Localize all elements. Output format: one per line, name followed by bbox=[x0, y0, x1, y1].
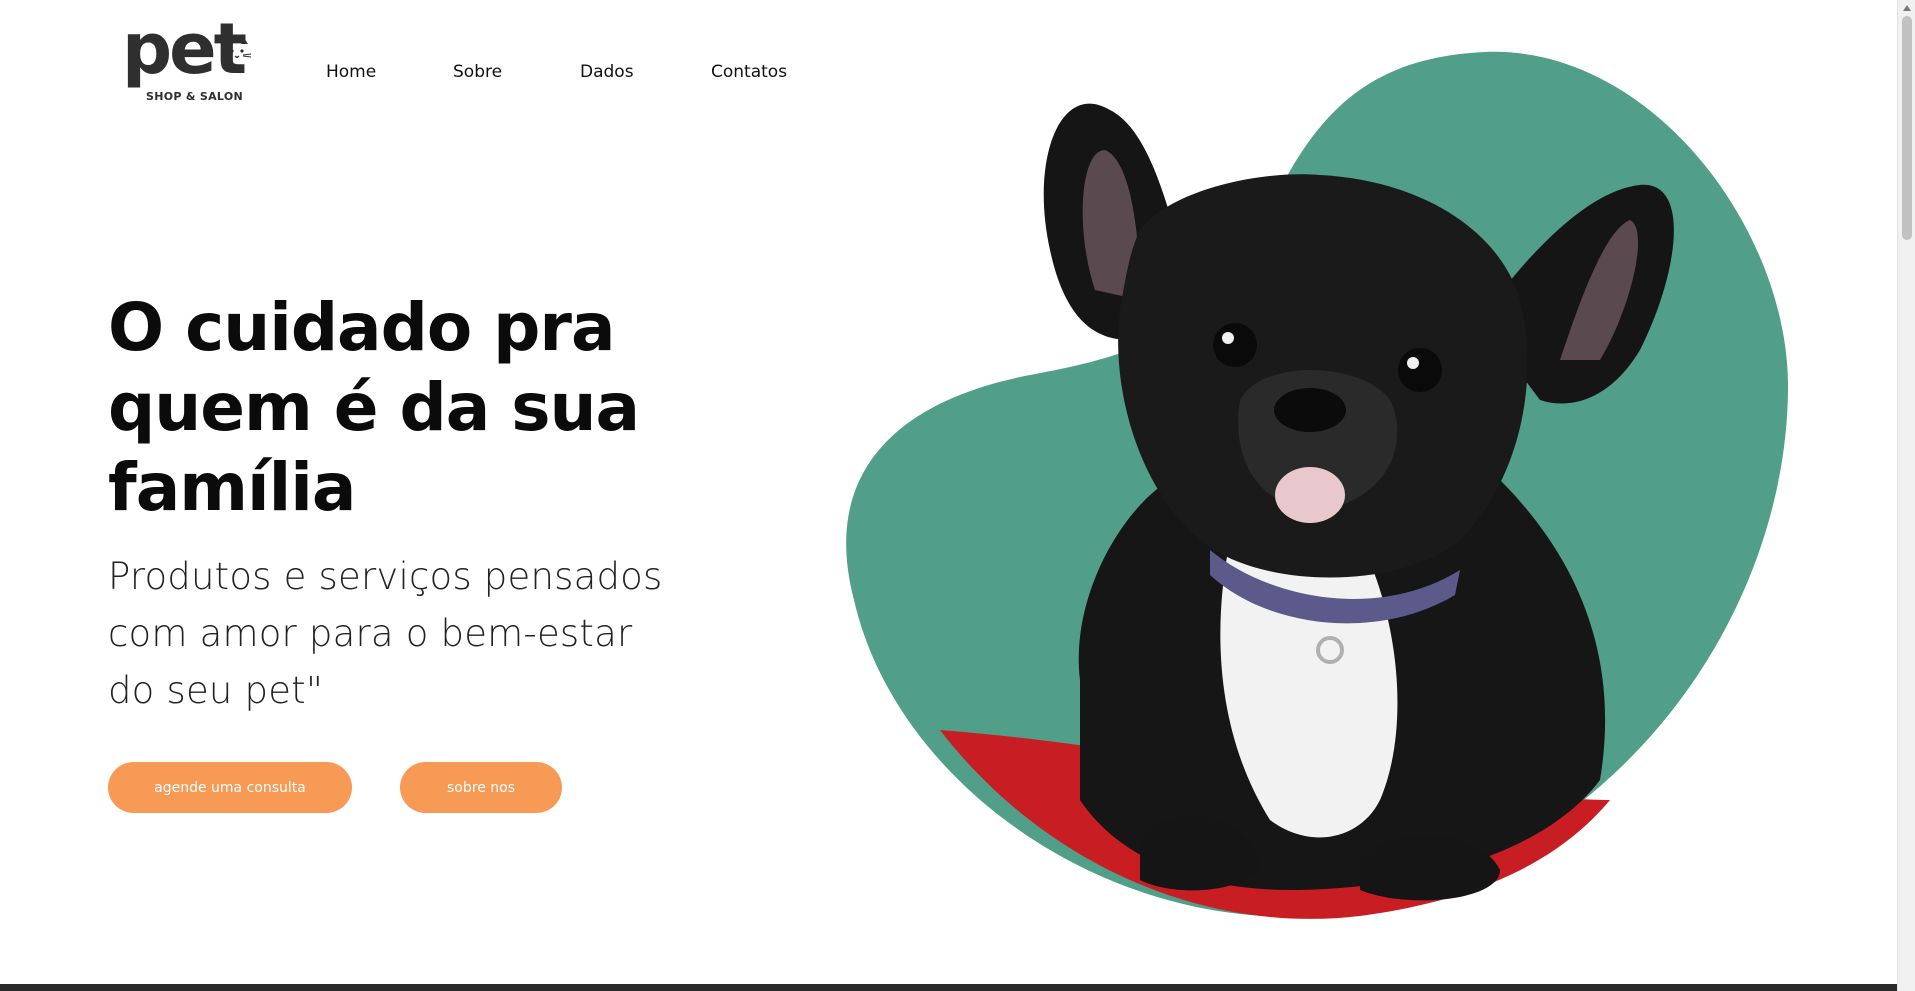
window-bottom-edge bbox=[0, 984, 1897, 991]
subhead-line: Produtos e serviços pensados bbox=[108, 555, 663, 598]
nav-contatos[interactable]: Contatos bbox=[711, 62, 787, 82]
hero-subheading: Produtos e serviços pensados com amor pa… bbox=[108, 548, 708, 719]
nav-sobre[interactable]: Sobre bbox=[453, 62, 502, 82]
page: pet SHOP & SALON Home Sobre Dados Contat… bbox=[0, 0, 1897, 984]
scrollbar-thumb[interactable] bbox=[1902, 16, 1912, 240]
subhead-line: com amor para o bem-estar bbox=[108, 612, 633, 655]
scroll-up-arrow-icon[interactable] bbox=[1902, 3, 1912, 13]
hero-headline: O cuidado pra quem é da sua família bbox=[108, 288, 728, 528]
about-us-button[interactable]: sobre nos bbox=[400, 762, 562, 813]
headline-line: quem é da sua bbox=[108, 369, 640, 446]
cat-face-icon bbox=[222, 38, 252, 59]
vertical-scrollbar[interactable] bbox=[1897, 0, 1915, 991]
subhead-line: do seu pet" bbox=[108, 669, 324, 712]
logo-tagline: SHOP & SALON bbox=[146, 90, 244, 103]
hero-dog-image bbox=[846, 51, 1789, 919]
nav-home[interactable]: Home bbox=[326, 62, 376, 82]
nav-dados[interactable]: Dados bbox=[580, 62, 634, 82]
schedule-appointment-button[interactable]: agende uma consulta bbox=[108, 762, 352, 813]
headline-line: família bbox=[108, 449, 356, 526]
pet-shop-logo[interactable]: pet SHOP & SALON bbox=[122, 14, 252, 110]
headline-line: O cuidado pra bbox=[108, 289, 616, 366]
